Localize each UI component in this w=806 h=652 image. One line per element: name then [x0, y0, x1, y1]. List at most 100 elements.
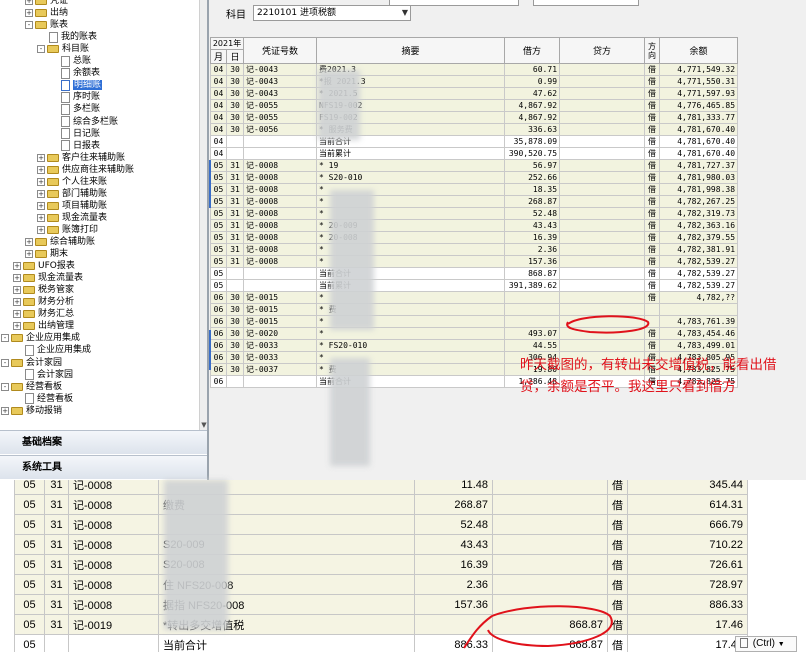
table-row[interactable]: 0430记-0043 费2021.360.71借4,771,549.32	[210, 63, 739, 76]
collapse-icon[interactable]: -	[1, 382, 9, 391]
tree-node[interactable]: 经营看板	[13, 393, 73, 405]
section-system-tools[interactable]: 系统工具	[0, 455, 207, 479]
tree-node[interactable]: + 项目辅助账	[37, 200, 107, 212]
tree-node[interactable]: 企业应用集成	[13, 344, 91, 356]
expand-icon[interactable]: +	[37, 165, 45, 174]
tree-node[interactable]: 总账	[49, 55, 91, 67]
table-row[interactable]: 05 31 记-0008 * 2.36 借 4,782,381.91	[210, 243, 739, 256]
tree-node[interactable]: + 部门辅助账	[37, 188, 107, 200]
summary-header[interactable]: 摘要	[316, 37, 506, 64]
tree-node[interactable]: + UFO报表	[13, 260, 75, 272]
tree-node[interactable]: 明细账	[49, 79, 103, 91]
tree-node[interactable]: + 账簿打印	[37, 224, 98, 236]
tree-node[interactable]: + 移动报销	[1, 405, 62, 417]
collapse-icon[interactable]: -	[37, 45, 45, 54]
tree-node[interactable]: - 企业应用集成	[1, 332, 80, 344]
table-row[interactable]: 05 31 记-0008 * S20-010 252.66 借 4,781,980.03	[210, 171, 739, 184]
expand-icon[interactable]: +	[13, 274, 21, 283]
tree-node[interactable]: 多栏账	[49, 103, 100, 115]
table-row[interactable]: 0430记-0056* 服务费336.63借4,781,670.40	[210, 123, 739, 136]
tree-node[interactable]: 日记账	[49, 128, 100, 140]
table-row[interactable]: 0531记-0008 S20-00816.39借726.61	[14, 554, 748, 575]
table-row[interactable]: 0430记-0055 NFS19-0024,867.92借4,776,465.8…	[210, 99, 739, 112]
tree-node[interactable]: + 出纳管理	[13, 320, 74, 332]
tree-node[interactable]: + 现金流量表	[13, 272, 83, 284]
credit-header[interactable]: 贷方	[559, 37, 646, 64]
collapse-icon[interactable]: -	[25, 21, 33, 30]
tree-node[interactable]: + 税务管家	[13, 284, 74, 296]
tree-node[interactable]: - 科目账	[37, 43, 89, 55]
tree-node[interactable]: 序时账	[49, 91, 100, 103]
tree-node[interactable]: + 财务分析	[13, 296, 74, 308]
summary-row[interactable]: 05 当前合计 886.33 868.87 借 17.46	[14, 634, 748, 652]
expand-icon[interactable]: +	[25, 0, 33, 5]
tree-node[interactable]: + 个人往来账	[37, 176, 107, 188]
collapse-icon[interactable]: -	[1, 334, 9, 343]
tree-scrollbar[interactable]: ▼	[199, 0, 207, 430]
tree-node[interactable]: 日报表	[49, 140, 100, 152]
expand-icon[interactable]: +	[13, 310, 21, 319]
table-row[interactable]: 05 31 记-0008 11.48 借 345.44	[14, 480, 748, 495]
expand-icon[interactable]: +	[37, 225, 45, 234]
table-row[interactable]: 0531记-0008 住 NFS20-0082.36借728.97	[14, 574, 748, 595]
tree-node[interactable]: - 账表	[25, 19, 68, 31]
tree-node[interactable]: 综合多栏账	[49, 116, 118, 128]
table-row[interactable]: 0531记-0008* 20-00816.39借4,782,379.55	[210, 231, 739, 244]
table-row[interactable]: 06 30 记-0015 * 借 4,782,??	[210, 291, 739, 304]
expand-icon[interactable]: +	[37, 213, 45, 222]
expand-icon[interactable]: +	[37, 153, 45, 162]
tree-node[interactable]: - 经营看板	[1, 381, 62, 393]
expand-icon[interactable]: +	[25, 9, 33, 18]
tree-node[interactable]: - 会计家园	[1, 357, 62, 369]
expand-icon[interactable]: +	[37, 201, 45, 210]
expand-icon[interactable]: +	[25, 238, 33, 246]
table-row[interactable]: 05 31 记-0008 * 18.35 借 4,781,998.38	[210, 183, 739, 196]
table-row[interactable]: 05 31 记-0008 * 19 56.97 借 4,781,727.37	[210, 159, 739, 172]
expand-icon[interactable]: +	[13, 298, 21, 307]
collapse-icon[interactable]: -	[1, 358, 9, 367]
tree-node[interactable]: 会计家园	[13, 369, 73, 381]
table-row[interactable]: 06 30 记-0033 * FS20-010 44.55 借 4,783,499.01	[210, 339, 739, 352]
balance-header[interactable]: 余额	[659, 37, 739, 64]
month-header[interactable]: 月	[210, 49, 227, 64]
expand-icon[interactable]: +	[25, 250, 33, 259]
direction-header[interactable]: 方向	[644, 37, 661, 64]
chevron-down-icon[interactable]: ▼	[402, 6, 408, 20]
table-row[interactable]: 0531记-0008 缴费268.87借614.31	[14, 494, 748, 515]
summary-row[interactable]: 05当前合计868.87借4,782,539.27	[210, 267, 739, 280]
table-row[interactable]: 05 31 记-0008 52.48 借 666.79	[14, 514, 748, 535]
expand-icon[interactable]: +	[13, 262, 21, 271]
tree-node[interactable]: + 凭证	[25, 0, 68, 7]
table-row[interactable]: 0531记-0008* 20-00943.43借4,782,363.16	[210, 219, 739, 232]
table-row[interactable]: 0430记-0043*报 2021.30.99借4,771,550.31	[210, 75, 739, 88]
table-row[interactable]: 0531记-0019*转出多交增值税868.87借17.46	[14, 614, 748, 635]
tree-node[interactable]: 余额表	[49, 67, 100, 79]
subject-select[interactable]: 2210101 进项税额 ▼	[253, 5, 411, 21]
voucher-header[interactable]: 凭证号数	[243, 37, 318, 64]
day-header[interactable]: 日	[225, 49, 245, 64]
table-row[interactable]: 0531记-0008 S20-00943.43借710.22	[14, 534, 748, 555]
expand-icon[interactable]: +	[1, 406, 9, 415]
table-row[interactable]: 0531记-0008 据指 NFS20-008157.36借886.33	[14, 594, 748, 615]
tree-node[interactable]: + 客户往来辅助账	[37, 152, 125, 164]
paste-options-chip[interactable]: (Ctrl) ▼	[735, 636, 797, 652]
summary-row[interactable]: 04 当前累计 390,520.75 借 4,781,670.40	[210, 147, 739, 160]
tree-node[interactable]: + 供应商往来辅助账	[37, 164, 134, 176]
summary-row[interactable]: 04 当前合计 35,878.09 借 4,781,670.40	[210, 135, 739, 148]
tree-node[interactable]: + 出纳	[25, 7, 68, 19]
expand-icon[interactable]: +	[13, 322, 21, 331]
table-row[interactable]: 05 31 记-0008 * 268.87 借 4,782,267.25	[210, 195, 739, 208]
tree-node[interactable]: + 现金流量表	[37, 212, 107, 224]
tree-node[interactable]: + 综合辅助账	[25, 236, 95, 248]
expand-icon[interactable]: +	[37, 177, 45, 186]
summary-row[interactable]: 05当前累计391,389.62借4,782,539.27	[210, 279, 739, 292]
tree-node[interactable]: 我的账表	[37, 31, 97, 43]
expand-icon[interactable]: +	[13, 286, 21, 295]
table-row[interactable]: 05 31 记-0008 * 52.48 借 4,782,319.73	[210, 207, 739, 220]
table-row[interactable]: 0430记-0055 FS19-0024,867.92借4,781,333.77	[210, 111, 739, 124]
table-row[interactable]: 0430记-0043* 2021.547.62借4,771,597.93	[210, 87, 739, 100]
debit-header[interactable]: 借方	[504, 37, 561, 64]
table-row[interactable]: 05 31 记-0008 * 157.36 借 4,782,539.27	[210, 255, 739, 268]
tree-node[interactable]: + 期末	[25, 248, 68, 260]
section-basic-files[interactable]: 基础档案	[0, 430, 207, 454]
